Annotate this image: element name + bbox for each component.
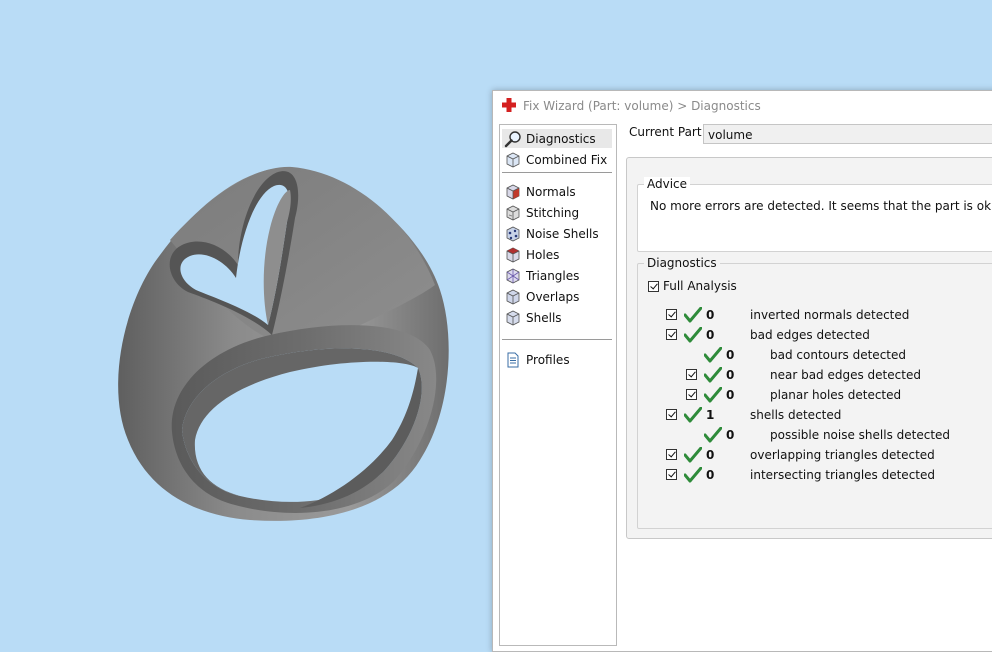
title-bar[interactable]: Fix Wizard (Part: volume) > Diagnostics [493, 91, 992, 121]
diagnostic-count: 1 [706, 408, 715, 422]
current-part-label: Current Part: [629, 125, 706, 139]
advice-group: Advice No more errors are detected. It s… [637, 177, 992, 252]
fix-checkbox[interactable] [666, 329, 677, 340]
nav-divider [502, 339, 612, 340]
nav-item-profiles[interactable]: Profiles [502, 350, 612, 369]
diagnostic-count: 0 [726, 388, 735, 402]
diagnostic-count: 0 [726, 348, 735, 362]
fix-checkbox[interactable] [686, 389, 697, 400]
diagnostic-count: 0 [706, 468, 715, 482]
nav-divider [502, 172, 612, 173]
fix-checkbox[interactable] [666, 309, 677, 320]
nav-item-holes[interactable]: Holes [502, 245, 612, 264]
diagnostic-count: 0 [706, 448, 715, 462]
stitching-cube-icon [506, 205, 520, 220]
diagnostic-row: 0 possible noise shells detected [638, 426, 992, 444]
nav-item-diagnostics[interactable]: Diagnostics [502, 129, 612, 148]
shells-cube-icon [506, 310, 520, 325]
advice-title: Advice [644, 177, 691, 191]
magnifier-icon [504, 130, 521, 147]
green-check-icon [684, 447, 702, 463]
advice-text: No more errors are detected. It seems th… [650, 199, 992, 213]
ring-model[interactable] [0, 0, 492, 639]
diagnostic-label: near bad edges detected [770, 368, 921, 382]
diagnostic-row: 0 planar holes detected [638, 386, 992, 404]
nav-item-stitching[interactable]: Stitching [502, 203, 612, 222]
diagnostic-label: bad edges detected [750, 328, 870, 342]
fix-checkbox[interactable] [666, 449, 677, 460]
nav-item-label: Noise Shells [526, 226, 599, 241]
normals-cube-icon [506, 184, 520, 199]
full-analysis-checkbox[interactable]: Full Analysis [648, 277, 737, 295]
green-check-icon [684, 467, 702, 483]
diagnostics-panel: Advice No more errors are detected. It s… [626, 157, 992, 539]
nav-item-triangles[interactable]: Triangles [502, 266, 612, 285]
nav-item-label: Triangles [526, 268, 580, 283]
diagnostic-label: intersecting triangles detected [750, 468, 935, 482]
nav-item-label: Normals [526, 184, 576, 199]
fix-checkbox[interactable] [666, 469, 677, 480]
diagnostic-count: 0 [706, 328, 715, 342]
diagnostics-title: Diagnostics [644, 256, 720, 270]
green-check-icon [704, 427, 722, 443]
nav-item-label: Combined Fix [526, 152, 608, 167]
green-check-icon [704, 347, 722, 363]
nav-item-normals[interactable]: Normals [502, 182, 612, 201]
red-cross-icon [502, 98, 516, 112]
window-title: Fix Wizard (Part: volume) > Diagnostics [523, 99, 761, 113]
diagnostic-count: 0 [726, 428, 735, 442]
document-icon [507, 352, 519, 367]
green-check-icon [684, 307, 702, 323]
diagnostic-label: bad contours detected [770, 348, 906, 362]
checkbox[interactable] [648, 280, 659, 292]
diagnostic-row: 0 intersecting triangles detected [638, 466, 992, 484]
fix-wizard-dialog: Fix Wizard (Part: volume) > Diagnostics … [492, 90, 992, 652]
current-part-field[interactable]: volume [703, 124, 992, 144]
noise-shells-icon [506, 226, 520, 241]
nav-item-combined-fix[interactable]: Combined Fix [502, 150, 612, 169]
fix-checkbox[interactable] [686, 369, 697, 380]
wizard-navigation: Diagnostics Combined Fix Normals Stitchi… [499, 124, 617, 646]
diagnostic-label: inverted normals detected [750, 308, 910, 322]
diagnostic-count: 0 [726, 368, 735, 382]
green-check-icon [684, 407, 702, 423]
diagnostic-label: possible noise shells detected [770, 428, 951, 442]
full-analysis-label: Full Analysis [663, 279, 737, 293]
diagnostic-row: 0 inverted normals detected [638, 306, 992, 324]
cube-fix-icon [506, 152, 520, 167]
overlaps-cube-icon [506, 289, 520, 304]
nav-item-label: Profiles [526, 352, 570, 367]
green-check-icon [704, 367, 722, 383]
fix-checkbox[interactable] [666, 409, 677, 420]
diagnostic-label: shells detected [750, 408, 842, 422]
diagnostic-row: 1 shells detected [638, 406, 992, 424]
nav-item-overlaps[interactable]: Overlaps [502, 287, 612, 306]
diagnostic-label: planar holes detected [770, 388, 902, 402]
triangles-icon [506, 268, 520, 283]
nav-item-noise-shells[interactable]: Noise Shells [502, 224, 612, 243]
nav-item-label: Stitching [526, 205, 580, 220]
nav-item-label: Holes [526, 247, 560, 262]
diagnostic-row: 0 near bad edges detected [638, 366, 992, 384]
diagnostic-row: 0 bad edges detected [638, 326, 992, 344]
nav-item-label: Shells [526, 310, 562, 325]
nav-item-label: Overlaps [526, 289, 580, 304]
diagnostics-group: Diagnostics Full Analysis 0 inverted norm… [637, 256, 992, 529]
diagnostic-label: overlapping triangles detected [750, 448, 935, 462]
holes-cube-icon [506, 247, 520, 262]
green-check-icon [684, 327, 702, 343]
diagnostic-row: 0 overlapping triangles detected [638, 446, 992, 464]
diagnostic-count: 0 [706, 308, 715, 322]
nav-item-label: Diagnostics [526, 131, 596, 146]
green-check-icon [704, 387, 722, 403]
diagnostic-row: 0 bad contours detected [638, 346, 992, 364]
nav-item-shells[interactable]: Shells [502, 308, 612, 327]
